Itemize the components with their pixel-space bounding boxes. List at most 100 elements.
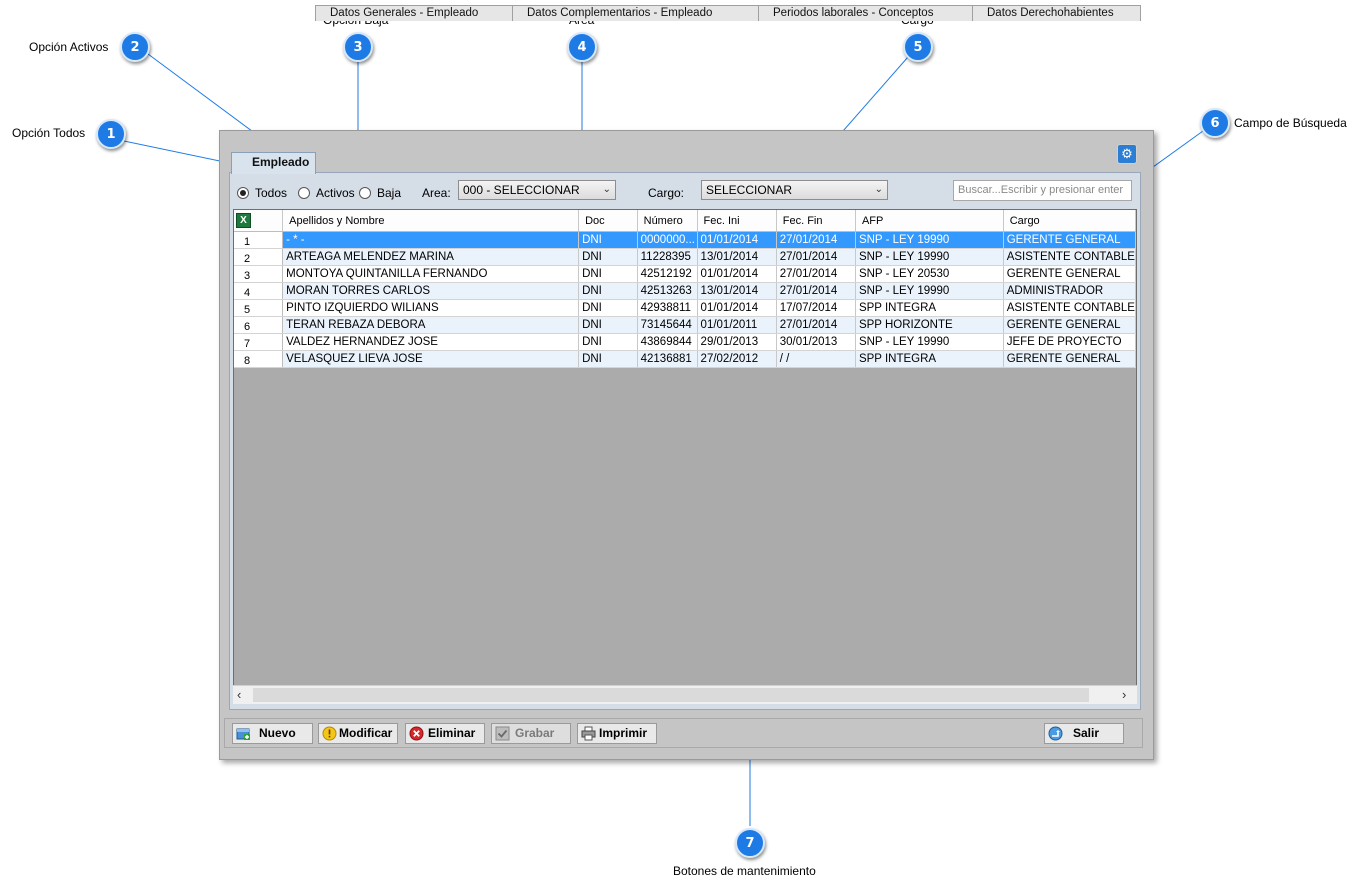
cell-afp[interactable]: SPP HORIZONTE <box>855 316 1004 334</box>
table-row[interactable]: 7 VALDEZ HERNANDEZ JOSE DNI 43869844 29/01/2… <box>234 333 1136 351</box>
column-header-doc[interactable]: Doc <box>578 210 638 232</box>
cell-nombre[interactable]: - * - <box>282 231 580 249</box>
cell-nombre[interactable]: VALDEZ HERNANDEZ JOSE <box>282 333 580 351</box>
table-row[interactable]: 6 TERAN REBAZA DEBORA DNI 73145644 01/01/201… <box>234 316 1136 334</box>
cell-fec-ini[interactable]: 01/01/2014 <box>697 299 777 317</box>
cell-afp[interactable]: SNP - LEY 20530 <box>855 265 1004 283</box>
radio-baja[interactable] <box>359 187 371 199</box>
cell-doc[interactable]: DNI <box>578 231 638 249</box>
cell-doc[interactable]: DNI <box>578 265 638 283</box>
cell-doc[interactable]: DNI <box>578 299 638 317</box>
table-row[interactable]: 8 VELASQUEZ LIEVA JOSE DNI 42136881 27/02/20… <box>234 350 1136 368</box>
cell-cargo[interactable]: ASISTENTE CONTABLE <box>1003 299 1136 317</box>
cell-fec-ini[interactable]: 01/01/2014 <box>697 265 777 283</box>
column-header-nombre[interactable]: Apellidos y Nombre <box>282 210 580 232</box>
tab-datos-complementarios[interactable]: Datos Complementarios - Empleado <box>512 5 759 21</box>
chevron-left-icon[interactable]: ‹ <box>237 687 241 702</box>
search-input[interactable]: Buscar...Escribir y presionar enter <box>953 180 1132 201</box>
cell-afp[interactable]: SNP - LEY 19990 <box>855 248 1004 266</box>
cell-fec-fin[interactable]: 30/01/2013 <box>776 333 856 351</box>
radio-todos[interactable] <box>237 187 249 199</box>
cell-fec-ini[interactable]: 13/01/2014 <box>697 248 777 266</box>
row-number[interactable]: 2 <box>234 248 284 266</box>
row-number[interactable]: 1 <box>234 231 284 249</box>
cell-nombre[interactable]: PINTO IZQUIERDO WILIANS <box>282 299 580 317</box>
cell-cargo[interactable]: ASISTENTE CONTABLE <box>1003 248 1136 266</box>
cell-cargo[interactable]: GERENTE GENERAL <box>1003 231 1136 249</box>
salir-button[interactable]: Salir <box>1044 723 1124 744</box>
table-row[interactable]: 1- * - DNI 0000000... 01/01/2014 27/01/2014 S… <box>234 231 1136 249</box>
cell-fec-fin[interactable]: / / <box>776 350 856 368</box>
cell-numero[interactable]: 43869844 <box>637 333 698 351</box>
row-number[interactable]: 5 <box>234 299 284 317</box>
grabar-button[interactable]: Grabar <box>491 723 571 744</box>
cell-cargo[interactable]: GERENTE GENERAL <box>1003 265 1136 283</box>
cell-afp[interactable]: SPP INTEGRA <box>855 350 1004 368</box>
column-header-cargo[interactable]: Cargo <box>1003 210 1136 232</box>
tab-periodos-laborales[interactable]: Periodos laborales - Conceptos <box>758 5 973 21</box>
cell-fec-ini[interactable]: 01/01/2011 <box>697 316 777 334</box>
modificar-button[interactable]: Modificar <box>318 723 398 744</box>
cell-numero[interactable]: 42136881 <box>637 350 698 368</box>
cell-nombre[interactable]: MORAN TORRES CARLOS <box>282 282 580 300</box>
row-number[interactable]: 4 <box>234 282 284 300</box>
cell-doc[interactable]: DNI <box>578 333 638 351</box>
cell-numero[interactable]: 42938811 <box>637 299 698 317</box>
row-number[interactable]: 7 <box>234 333 284 351</box>
tab-datos-generales[interactable]: Datos Generales - Empleado <box>315 5 513 21</box>
cell-nombre[interactable]: VELASQUEZ LIEVA JOSE <box>282 350 580 368</box>
eliminar-button[interactable]: Eliminar <box>405 723 485 744</box>
cell-fec-ini[interactable]: 01/01/2014 <box>697 231 777 249</box>
cell-afp[interactable]: SNP - LEY 19990 <box>855 231 1004 249</box>
cargo-select[interactable]: SELECCIONAR ⌄ <box>701 180 888 200</box>
gear-icon[interactable]: ⚙ <box>1117 144 1137 164</box>
tab-empleado[interactable]: Empleado <box>231 152 316 174</box>
excel-icon[interactable]: X <box>236 213 251 228</box>
tab-datos-derechohabientes[interactable]: Datos Derechohabientes <box>972 5 1141 21</box>
column-header-numero[interactable]: Número <box>637 210 698 232</box>
cell-doc[interactable]: DNI <box>578 282 638 300</box>
cell-fec-fin[interactable]: 27/01/2014 <box>776 316 856 334</box>
row-number[interactable]: 3 <box>234 265 284 283</box>
table-row[interactable]: 2 ARTEAGA MELENDEZ MARINA DNI 11228395 13/01… <box>234 248 1136 266</box>
cell-numero[interactable]: 42512192 <box>637 265 698 283</box>
cell-nombre[interactable]: TERAN REBAZA DEBORA <box>282 316 580 334</box>
imprimir-button[interactable]: Imprimir <box>577 723 657 744</box>
cell-fec-fin[interactable]: 27/01/2014 <box>776 282 856 300</box>
cell-fec-ini[interactable]: 13/01/2014 <box>697 282 777 300</box>
cell-numero[interactable]: 73145644 <box>637 316 698 334</box>
cell-numero[interactable]: 11228395 <box>637 248 698 266</box>
cell-fec-fin[interactable]: 27/01/2014 <box>776 248 856 266</box>
cell-numero[interactable]: 0000000... <box>637 231 698 249</box>
row-number[interactable]: 6 <box>234 316 284 334</box>
column-header-fec-ini[interactable]: Fec. Ini <box>697 210 777 232</box>
cell-afp[interactable]: SPP INTEGRA <box>855 299 1004 317</box>
cell-afp[interactable]: SNP - LEY 19990 <box>855 282 1004 300</box>
table-row[interactable]: 4 MORAN TORRES CARLOS DNI 42513263 13/01/201… <box>234 282 1136 300</box>
cell-fec-fin[interactable]: 27/01/2014 <box>776 231 856 249</box>
cell-cargo[interactable]: GERENTE GENERAL <box>1003 316 1136 334</box>
cell-cargo[interactable]: JEFE DE PROYECTO <box>1003 333 1136 351</box>
column-header-fec-fin[interactable]: Fec. Fin <box>776 210 856 232</box>
cell-nombre[interactable]: MONTOYA QUINTANILLA FERNANDO <box>282 265 580 283</box>
column-header-afp[interactable]: AFP <box>855 210 1004 232</box>
row-number[interactable]: 8 <box>234 350 284 368</box>
cell-doc[interactable]: DNI <box>578 248 638 266</box>
excel-export-cell[interactable]: X <box>234 210 284 232</box>
cell-fec-ini[interactable]: 29/01/2013 <box>697 333 777 351</box>
table-row[interactable]: 3 MONTOYA QUINTANILLA FERNANDO DNI 42512192… <box>234 265 1136 283</box>
cell-doc[interactable]: DNI <box>578 316 638 334</box>
nuevo-button[interactable]: Nuevo <box>232 723 313 744</box>
cell-fec-fin[interactable]: 27/01/2014 <box>776 265 856 283</box>
cell-fec-fin[interactable]: 17/07/2014 <box>776 299 856 317</box>
table-row[interactable]: 5 PINTO IZQUIERDO WILIANS DNI 42938811 01/01… <box>234 299 1136 317</box>
radio-activos[interactable] <box>298 187 310 199</box>
chevron-right-icon[interactable]: › <box>1122 687 1126 702</box>
cell-cargo[interactable]: GERENTE GENERAL <box>1003 350 1136 368</box>
scrollbar-thumb[interactable] <box>253 688 1089 702</box>
area-select[interactable]: 000 - SELECCIONAR ⌄ <box>458 180 616 200</box>
cell-fec-ini[interactable]: 27/02/2012 <box>697 350 777 368</box>
cell-cargo[interactable]: ADMINISTRADOR <box>1003 282 1136 300</box>
cell-doc[interactable]: DNI <box>578 350 638 368</box>
cell-nombre[interactable]: ARTEAGA MELENDEZ MARINA <box>282 248 580 266</box>
